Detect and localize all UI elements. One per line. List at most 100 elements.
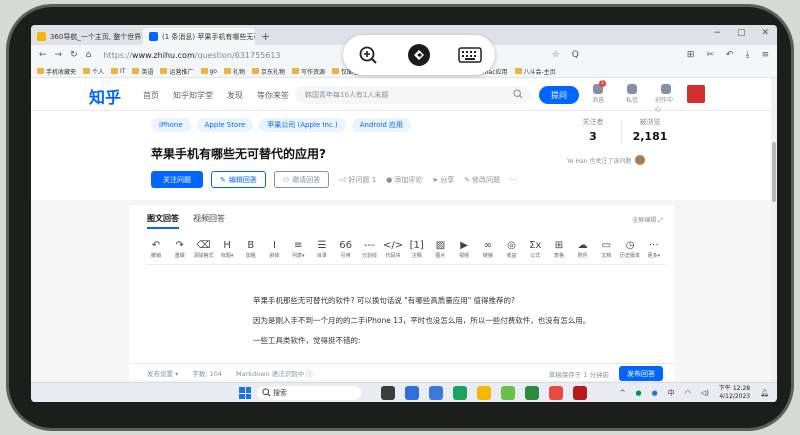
follower-note[interactable]: Ye Han 也关注了该问题 [567, 155, 646, 165]
topic-tag[interactable]: 苹果公司 (Apple Inc.) [259, 118, 346, 132]
close-window-icon[interactable]: ✕ [761, 28, 769, 38]
reload-icon[interactable]: ↻ [70, 50, 78, 60]
messages-button[interactable]: 1 消息 [587, 80, 609, 113]
taskbar-app-icon[interactable] [573, 386, 587, 400]
bookmark-item[interactable]: 八斗会-主页 [514, 67, 556, 76]
home-icon[interactable]: ⌂ [86, 50, 92, 60]
bookmark-item[interactable]: 运营推广 [160, 67, 194, 76]
toolbar-button[interactable]: [1] 注释 [406, 239, 428, 259]
apps-icon[interactable]: ⊞ [687, 50, 695, 60]
publish-settings-dropdown[interactable]: 发布设置 ▾ [147, 368, 178, 378]
bookmark-item[interactable]: IT [111, 68, 125, 75]
toolbar-button[interactable]: Σx 公式 [524, 239, 546, 259]
download-icon[interactable]: ⤓ [745, 50, 749, 60]
bookmark-item[interactable]: 个人 [83, 67, 104, 76]
browser-tab-zhihu[interactable]: (1 条消息) 苹果手机有哪些无可替代的应用 × [143, 28, 255, 45]
taskbar-app-icon[interactable] [453, 386, 467, 400]
followers-stat[interactable]: 关注者 3 [565, 117, 621, 145]
publish-answer-button[interactable]: 发布回答 [619, 366, 663, 381]
bookmark-item[interactable]: 手机收藏夹 [37, 67, 76, 76]
clock[interactable]: 下午 12:28 4/12/2023 [719, 385, 750, 401]
bookmark-item[interactable]: 英语 [132, 67, 153, 76]
tab-video[interactable]: 视频回答 [193, 213, 225, 229]
taskbar-app-icon[interactable] [381, 386, 395, 400]
share-button[interactable]: ➤ 分享 [432, 175, 454, 185]
menu-icon[interactable]: ≡ [761, 50, 769, 60]
toolbar-button[interactable]: ▨ 图片 [429, 239, 451, 259]
toolbar-button[interactable]: ↷ 重做 [169, 239, 191, 259]
zhihu-search-input[interactable]: 韩国青年每10人有1人未婚 [295, 86, 531, 104]
edit-question-button[interactable]: ✎ 修改问题 [464, 175, 500, 185]
toolbar-button[interactable]: ◎ 收益 [501, 239, 523, 259]
toolbar-button[interactable]: ↶ 撤销 [145, 239, 167, 259]
scrollbar-thumb[interactable] [772, 142, 776, 202]
maximize-icon[interactable]: ▢ [737, 28, 746, 38]
toolbar-button[interactable]: ▭ 文档 [595, 239, 617, 259]
volume-icon[interactable]: ◁) [701, 389, 709, 397]
new-tab-button[interactable]: + [261, 28, 270, 45]
nav-xuetang[interactable]: 知乎知学堂 [173, 90, 213, 101]
invite-answer-button[interactable]: ⚇ 邀请回答 [273, 171, 330, 188]
minimize-icon[interactable]: − [713, 28, 721, 38]
forward-icon[interactable]: → [55, 50, 63, 60]
extensions-icon[interactable]: ✂ [706, 50, 714, 60]
fullscreen-edit-button[interactable]: 全屏编辑 ⤢ [632, 215, 663, 225]
url-field[interactable]: https://www.zhihu.com/question/631755613 [103, 51, 280, 60]
toolbar-button[interactable]: --- 分割线 [358, 239, 380, 259]
bookmark-item[interactable]: go [200, 68, 217, 75]
toolbar-button[interactable]: ≡ 列表▾ [287, 239, 309, 259]
tray-app-icon[interactable]: ● [652, 389, 658, 397]
ask-question-button[interactable]: 提问 [539, 86, 579, 104]
search-icon[interactable] [513, 89, 523, 101]
topic-tag[interactable]: Apple Store [196, 118, 254, 132]
nav-waiting[interactable]: 等你来答 [257, 90, 289, 101]
tray-app-icon[interactable]: ● [635, 389, 641, 397]
toolbar-button[interactable]: B 加粗 [240, 239, 262, 259]
zoom-in-icon[interactable] [355, 42, 381, 68]
toolbar-button[interactable]: ⊞ 表格 [548, 239, 570, 259]
taskbar-app-icon[interactable] [405, 386, 419, 400]
toolbar-button[interactable]: ▶ 视频 [453, 239, 475, 259]
private-messages-button[interactable]: 私信 [621, 80, 643, 113]
follow-question-button[interactable]: 关注问题 [151, 171, 203, 188]
wifi-icon[interactable]: ◠ [685, 389, 691, 397]
tab-rich-text[interactable]: 图文回答 [147, 213, 179, 229]
taskbar-app-icon[interactable] [501, 386, 515, 400]
search-icon[interactable]: Q [572, 50, 579, 60]
editor-content[interactable]: 苹果手机那些无可替代的软件? 可以换句话说 "有哪些高质量应用" 值得推荐的? … [253, 295, 593, 355]
nav-discover[interactable]: 发现 [227, 90, 243, 101]
toolbar-button[interactable]: ∞ 链接 [477, 239, 499, 259]
star-icon[interactable]: ☆ [552, 50, 560, 60]
toolbar-button[interactable]: ⌫ 清除格式 [192, 239, 214, 259]
windows-start-icon[interactable] [239, 387, 251, 399]
keyboard-icon[interactable] [457, 42, 483, 68]
history-icon[interactable]: ↶ [726, 50, 734, 60]
topic-tag[interactable]: iPhone [151, 118, 191, 132]
creator-center-button[interactable]: 创作中心 [655, 80, 677, 113]
taskbar-app-icon[interactable] [429, 386, 443, 400]
nav-home[interactable]: 首页 [143, 90, 159, 101]
tray-overflow-icon[interactable]: ^ [620, 389, 626, 397]
add-comment-button[interactable]: ● 添加评论 [386, 175, 422, 185]
ime-indicator[interactable]: 中 [668, 388, 675, 398]
toolbar-button[interactable]: H 标题▾ [216, 239, 238, 259]
browser-tab-360[interactable]: 360导航_一个主页, 整个世界 × [31, 28, 143, 45]
topic-tag[interactable]: Android 应用 [351, 118, 412, 132]
zhihu-logo[interactable]: 知乎 [89, 84, 121, 108]
bookmark-item[interactable]: 京东礼物 [252, 67, 285, 76]
toolbar-button[interactable]: 66 引用 [335, 239, 357, 259]
good-question-button[interactable]: 👍︎ 好问题 1 [339, 175, 376, 185]
disconnect-icon[interactable] [406, 42, 432, 68]
toolbar-button[interactable]: </> 代码块 [382, 239, 404, 259]
bookmark-item[interactable]: 礼物 [223, 67, 245, 76]
more-actions-button[interactable]: ··· [510, 176, 517, 184]
bookmark-item[interactable]: 写作资源 [292, 67, 325, 76]
write-answer-button[interactable]: ✎ 编辑回答 [211, 171, 266, 188]
page-scrollbar[interactable] [771, 78, 777, 382]
notification-icon[interactable]: 🔔︎ [760, 389, 769, 397]
toolbar-button[interactable]: ☰ 目录 [311, 239, 333, 259]
taskbar-app-icon[interactable] [549, 386, 563, 400]
avatar[interactable] [687, 85, 705, 103]
taskbar-app-icon[interactable] [477, 386, 491, 400]
back-icon[interactable]: ← [39, 50, 47, 60]
